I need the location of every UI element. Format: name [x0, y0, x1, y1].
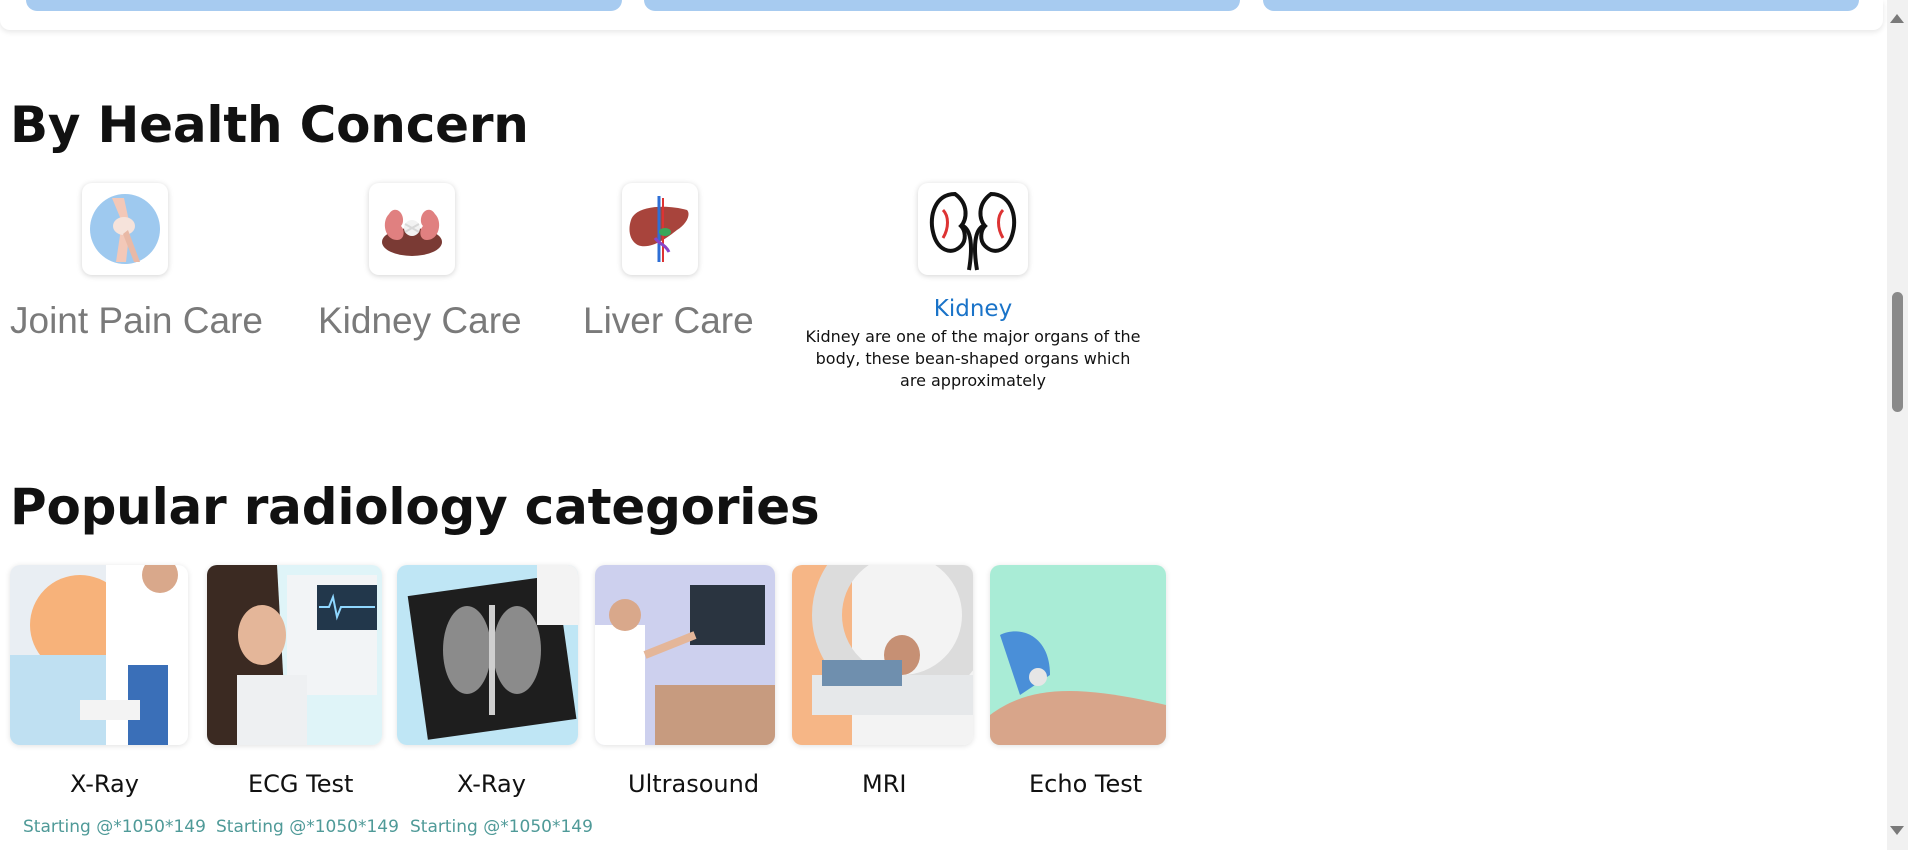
- radiology-card-xray-1[interactable]: [10, 565, 188, 745]
- kidney-info-description: Kidney are one of the major organs of th…: [805, 327, 1141, 390]
- liver-care-tile[interactable]: [622, 183, 698, 275]
- radiology-price-xray-1: Starting @*1050*149: [23, 817, 206, 837]
- radiology-label-xray-1[interactable]: X-Ray: [70, 770, 139, 798]
- top-card-3[interactable]: [1263, 0, 1859, 11]
- radiology-card-ultrasound[interactable]: [595, 565, 775, 745]
- top-card-1[interactable]: [26, 0, 622, 11]
- radiology-card-mri[interactable]: [792, 565, 973, 745]
- radiology-label-echo[interactable]: Echo Test: [1029, 770, 1142, 798]
- joint-pain-care-tile[interactable]: [82, 183, 168, 275]
- kidney-info-card[interactable]: Kidney Kidney are one of the major organ…: [805, 182, 1141, 392]
- radiology-label-xray-2[interactable]: X-Ray: [457, 770, 526, 798]
- scroll-thumb[interactable]: [1892, 292, 1903, 412]
- radiology-label-ecg[interactable]: ECG Test: [248, 770, 353, 798]
- liver-care-label[interactable]: Liver Care: [583, 300, 754, 342]
- kidney-organ-icon: [382, 209, 442, 256]
- radiology-label-mri[interactable]: MRI: [862, 770, 906, 798]
- xray-film-image: [397, 565, 578, 745]
- radiology-price-ecg: Starting @*1050*149: [216, 817, 399, 837]
- page: By Health Concern Joint Pain Care Kidney…: [0, 0, 1908, 850]
- echo-test-image: [990, 565, 1166, 745]
- radiology-card-xray-2[interactable]: [397, 565, 578, 745]
- ecg-test-image: [207, 565, 382, 745]
- knee-joint-icon: [90, 194, 160, 264]
- kidney-care-label[interactable]: Kidney Care: [318, 300, 522, 342]
- top-card-2[interactable]: [644, 0, 1240, 11]
- radiology-price-xray-2: Starting @*1050*149: [410, 817, 593, 837]
- xray-doctor-image: [10, 565, 188, 745]
- health-concern-heading: By Health Concern: [10, 96, 529, 154]
- radiology-card-ecg[interactable]: [207, 565, 382, 745]
- kidney-care-tile[interactable]: [369, 183, 455, 275]
- joint-pain-care-label[interactable]: Joint Pain Care: [10, 300, 263, 342]
- radiology-card-echo[interactable]: [990, 565, 1166, 745]
- top-card-strip: [0, 0, 1883, 30]
- scroll-down-arrow-icon[interactable]: [1890, 826, 1904, 835]
- radiology-heading: Popular radiology categories: [10, 478, 820, 536]
- scroll-up-arrow-icon[interactable]: [1890, 14, 1904, 23]
- liver-organ-icon: [629, 196, 689, 262]
- mri-image: [792, 565, 973, 745]
- vertical-scrollbar[interactable]: [1887, 0, 1908, 850]
- ultrasound-image: [595, 565, 775, 745]
- kidney-info-title[interactable]: Kidney: [805, 296, 1141, 322]
- radiology-label-ultrasound[interactable]: Ultrasound: [628, 770, 759, 798]
